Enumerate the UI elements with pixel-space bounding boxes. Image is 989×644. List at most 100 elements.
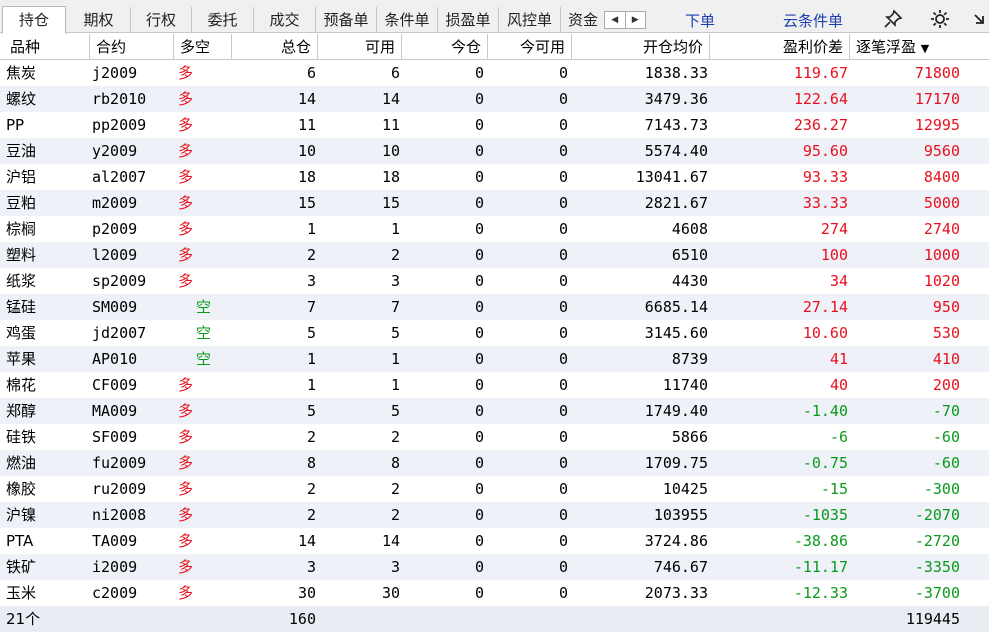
cell-floating-pnl: 12995 [914,116,960,134]
cell-side: 多 [178,168,194,186]
cell-today: 0 [474,194,484,212]
table-row[interactable]: 沪铝 al2007 多 18 18 0 0 13041.67 93.33 8400 [0,164,989,190]
tab-orders[interactable]: 委托 [192,7,254,33]
cell-total: 1 [306,350,316,368]
cell-floating-pnl: 2740 [923,220,960,238]
cell-floating-pnl: -60 [932,454,960,472]
tab-funds[interactable]: 资金 [561,7,605,33]
tab-stop-orders[interactable]: 损盈单 [438,7,499,33]
col-header-variety[interactable]: 品种 [4,34,90,60]
tab-trades[interactable]: 成交 [254,7,316,33]
scroll-left-icon[interactable]: ◀ [605,12,626,28]
table-row[interactable]: 塑料 l2009 多 2 2 0 0 6510 100 1000 [0,242,989,268]
cell-available: 6 [390,64,400,82]
cell-available: 3 [390,558,400,576]
cell-today: 0 [474,64,484,82]
table-row[interactable]: 焦炭 j2009 多 6 6 0 0 1838.33 119.67 71800 [0,60,989,86]
cell-avg-price: 11740 [662,376,708,394]
col-header-total[interactable]: 总仓 [232,34,318,60]
table-row[interactable]: 豆油 y2009 多 10 10 0 0 5574.40 95.60 9560 [0,138,989,164]
cell-contract: p2009 [92,220,138,238]
cell-contract: TA009 [92,532,138,550]
cell-floating-pnl: -70 [932,402,960,420]
cell-total: 15 [297,194,316,212]
cell-avg-price: 5574.40 [644,142,708,160]
cell-available: 30 [381,584,400,602]
cell-floating-pnl: -2070 [914,506,960,524]
table-row[interactable]: 玉米 c2009 多 30 30 0 0 2073.33 -12.33 -3700 [0,580,989,606]
sort-desc-icon[interactable]: ▼ [921,42,929,55]
cell-today: 0 [474,142,484,160]
cell-floating-pnl: 200 [932,376,960,394]
cell-today-available: 0 [558,454,568,472]
tab-conditional-orders[interactable]: 条件单 [377,7,438,33]
cell-side: 多 [178,402,194,420]
cell-contract: SM009 [92,298,138,316]
table-row[interactable]: PP pp2009 多 11 11 0 0 7143.73 236.27 12995 [0,112,989,138]
table-row[interactable]: 燃油 fu2009 多 8 8 0 0 1709.75 -0.75 -60 [0,450,989,476]
cell-contract: i2009 [92,558,138,576]
tab-positions[interactable]: 持仓 [2,6,66,34]
table-row[interactable]: 锰硅 SM009 空 7 7 0 0 6685.14 27.14 950 [0,294,989,320]
cell-total: 5 [306,324,316,342]
cell-profit-spread: -6 [829,428,848,446]
cell-today: 0 [474,246,484,264]
col-header-available[interactable]: 可用 [318,34,402,60]
gear-icon[interactable] [929,8,951,30]
table-row[interactable]: 硅铁 SF009 多 2 2 0 0 5866 -6 -60 [0,424,989,450]
table-row[interactable]: 豆粕 m2009 多 15 15 0 0 2821.67 33.33 5000 [0,190,989,216]
col-header-profit-spread[interactable]: 盈利价差 [710,34,850,60]
col-header-today[interactable]: 今仓 [402,34,488,60]
cell-contract: fu2009 [92,454,147,472]
tab-options[interactable]: 期权 [67,7,131,33]
col-header-contract[interactable]: 合约 [90,34,174,60]
cell-profit-spread: -12.33 [793,584,848,602]
table-row[interactable]: 橡胶 ru2009 多 2 2 0 0 10425 -15 -300 [0,476,989,502]
cell-floating-pnl: 1000 [923,246,960,264]
table-header: 品种 合约 多空 总仓 可用 今仓 今可用 开仓均价 盈利价差 逐笔浮盈 ▼ [0,34,989,60]
cell-available: 1 [390,220,400,238]
table-row[interactable]: 棕榈 p2009 多 1 1 0 0 4608 274 2740 [0,216,989,242]
cell-side: 多 [178,64,194,82]
table-row[interactable]: 鸡蛋 jd2007 空 5 5 0 0 3145.60 10.60 530 [0,320,989,346]
table-row[interactable]: 铁矿 i2009 多 3 3 0 0 746.67 -11.17 -3350 [0,554,989,580]
col-header-floating-pnl[interactable]: 逐笔浮盈 ▼ [850,34,960,60]
order-link[interactable]: 下单 [685,10,715,31]
cell-floating-pnl: 17170 [914,90,960,108]
pin-icon[interactable] [882,8,904,30]
cell-side: 多 [178,454,194,472]
cell-variety: 豆粕 [6,194,37,212]
cell-today-available: 0 [558,116,568,134]
table-row[interactable]: 郑醇 MA009 多 5 5 0 0 1749.40 -1.40 -70 [0,398,989,424]
table-row[interactable]: 棉花 CF009 多 1 1 0 0 11740 40 200 [0,372,989,398]
table-row[interactable]: 纸浆 sp2009 多 3 3 0 0 4430 34 1020 [0,268,989,294]
cell-side: 多 [178,90,194,108]
scroll-right-icon[interactable]: ▶ [626,12,646,28]
table-row[interactable]: PTA TA009 多 14 14 0 0 3724.86 -38.86 -2720 [0,528,989,554]
tab-exercise[interactable]: 行权 [131,7,192,33]
cell-variety: 纸浆 [6,272,37,290]
table-row[interactable]: 螺纹 rb2010 多 14 14 0 0 3479.36 122.64 17170 [0,86,989,112]
cell-today: 0 [474,532,484,550]
col-header-side[interactable]: 多空 [174,34,232,60]
tab-risk-orders[interactable]: 风控单 [499,7,561,33]
cell-today-available: 0 [558,506,568,524]
cell-side: 多 [178,532,194,550]
cell-contract: pp2009 [92,116,147,134]
col-header-today-available[interactable]: 今可用 [488,34,572,60]
cell-avg-price: 13041.67 [635,168,708,186]
cell-total: 14 [297,90,316,108]
table-footer: 21个 160 119445 [0,606,989,632]
cell-side: 多 [178,558,194,576]
table-row[interactable]: 沪镍 ni2008 多 2 2 0 0 103955 -1035 -2070 [0,502,989,528]
table-row[interactable]: 苹果 AP010 空 1 1 0 0 8739 41 410 [0,346,989,372]
cell-total: 3 [306,272,316,290]
cell-side: 空 [196,298,212,316]
tab-prepared-orders[interactable]: 预备单 [316,7,377,33]
cell-today-available: 0 [558,428,568,446]
col-header-avg-price[interactable]: 开仓均价 [572,34,710,60]
cell-avg-price: 746.67 [653,558,708,576]
arrow-icon[interactable] [972,8,988,30]
cell-today-available: 0 [558,298,568,316]
cloud-condition-link[interactable]: 云条件单 [783,10,843,31]
